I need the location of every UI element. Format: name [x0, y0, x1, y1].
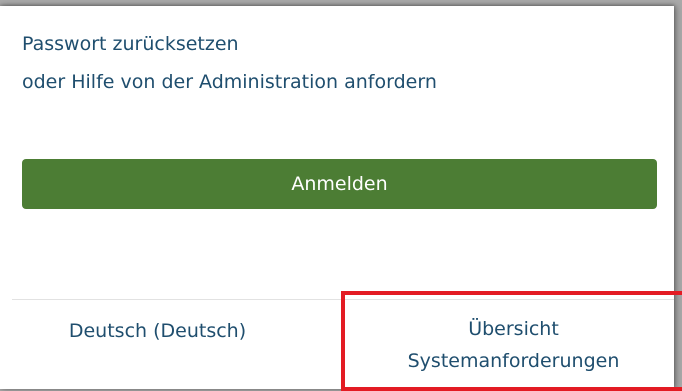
reset-password-link[interactable]: Passwort zurücksetzen [22, 33, 239, 55]
language-selector[interactable]: Deutsch (Deutsch) [0, 320, 315, 342]
request-admin-help-link[interactable]: oder Hilfe von der Administration anford… [22, 71, 437, 93]
system-requirements-highlight: Übersicht Systemanforderungen [341, 291, 682, 391]
overview-link[interactable]: Übersicht [345, 313, 682, 345]
system-requirements-link[interactable]: Systemanforderungen [345, 345, 682, 377]
login-button[interactable]: Anmelden [22, 159, 657, 209]
